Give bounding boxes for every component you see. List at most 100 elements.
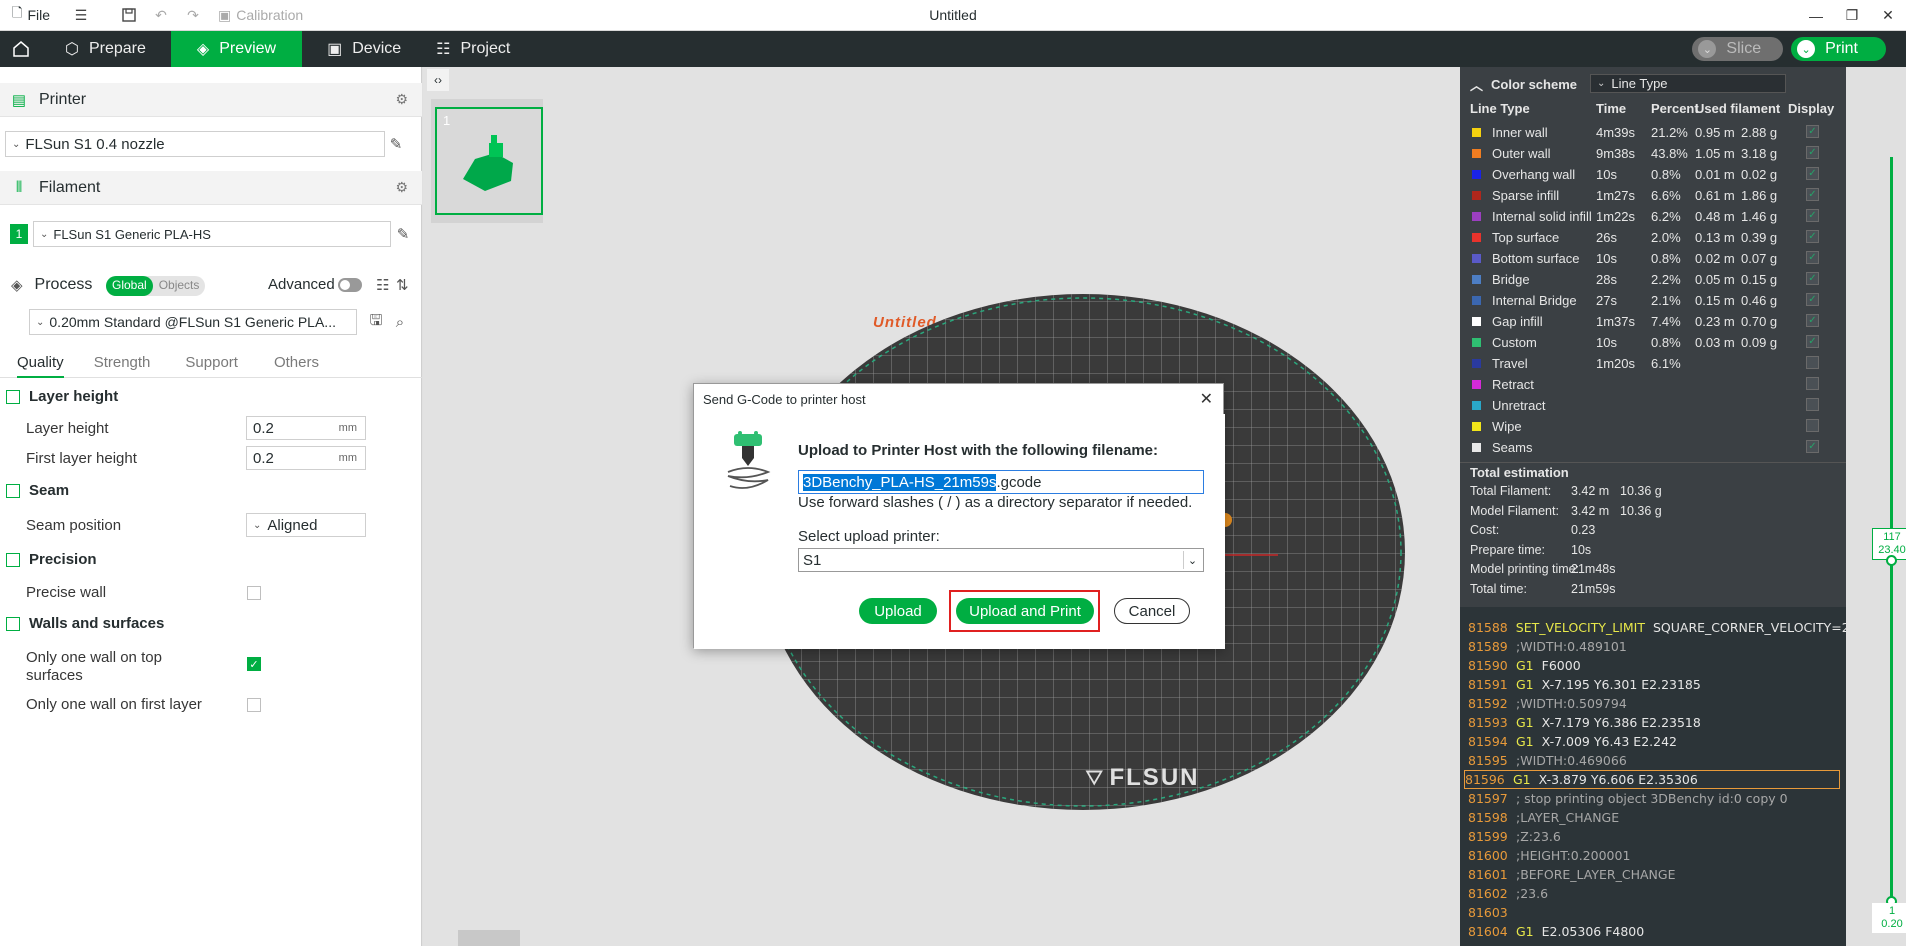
- one-wall-top-checkbox[interactable]: ✓: [247, 657, 261, 671]
- legend-weight: 0.15 g: [1741, 272, 1778, 287]
- tab-support[interactable]: Support: [185, 350, 238, 378]
- gcode-line[interactable]: 81600 ;HEIGHT:0.200001: [1468, 846, 1838, 865]
- global-option[interactable]: Global: [106, 276, 153, 296]
- gcode-line[interactable]: 81588 SET_VELOCITY_LIMIT SQUARE_CORNER_VEL…: [1468, 618, 1846, 637]
- legend-display-checkbox[interactable]: ✓: [1806, 209, 1819, 222]
- home-tab[interactable]: [0, 31, 40, 67]
- one-wall-first-checkbox[interactable]: [247, 698, 261, 712]
- legend-display-checkbox[interactable]: ✓: [1806, 167, 1819, 180]
- upload-and-print-button[interactable]: Upload and Print: [956, 598, 1094, 624]
- process-preset-select[interactable]: ⌄ 0.20mm Standard @FLSun S1 Generic PLA.…: [29, 309, 357, 335]
- cancel-button[interactable]: Cancel: [1114, 598, 1190, 624]
- edit-filament-icon[interactable]: ✎: [394, 225, 412, 243]
- maximize-icon[interactable]: ❐: [1834, 0, 1870, 31]
- gcode-line[interactable]: 81594 G1 X-7.009 Y6.43 E2.242: [1468, 732, 1838, 751]
- print-button[interactable]: ⌄ Print: [1791, 37, 1886, 61]
- legend-display-checkbox[interactable]: ✓: [1806, 251, 1819, 264]
- layer-slider[interactable]: 117 23.40 1 0.20: [1846, 67, 1906, 946]
- tab-prepare[interactable]: ⬡ Prepare: [40, 31, 171, 67]
- gcode-line[interactable]: 81591 G1 X-7.195 Y6.301 E2.23185: [1468, 675, 1838, 694]
- upload-button[interactable]: Upload: [859, 598, 937, 624]
- print-dropdown-icon[interactable]: ⌄: [1797, 40, 1816, 58]
- edit-printer-icon[interactable]: ✎: [387, 135, 405, 153]
- gcode-line[interactable]: 81592 ;WIDTH:0.509794: [1468, 694, 1838, 713]
- legend-color-swatch: [1472, 233, 1481, 242]
- layer-height-input[interactable]: 0.2 mm: [246, 416, 366, 440]
- gcode-line[interactable]: 81604 G1 E2.05306 F4800: [1468, 922, 1838, 941]
- undo-icon[interactable]: ↶: [152, 6, 170, 24]
- legend-weight: 0.46 g: [1741, 293, 1778, 308]
- gcode-line[interactable]: 81602 ;23.6: [1468, 884, 1838, 903]
- file-menu[interactable]: 🗋 File: [12, 4, 50, 26]
- horizontal-scroll-handle[interactable]: [458, 930, 520, 946]
- printer-select[interactable]: ⌄ FLSun S1 0.4 nozzle: [5, 131, 385, 157]
- hamburger-menu-icon[interactable]: ☰: [72, 6, 90, 24]
- gcode-line[interactable]: 81595 ;WIDTH:0.469066: [1468, 751, 1838, 770]
- precise-wall-checkbox[interactable]: [247, 586, 261, 600]
- legend-row: Gap infill 1m37s 7.4% 0.23 m 0.70 g ✓: [1460, 311, 1846, 332]
- gcode-line[interactable]: 81596 G1 X-3.879 Y6.606 E2.35306: [1464, 770, 1840, 789]
- tab-quality[interactable]: Quality: [17, 350, 64, 378]
- gcode-line[interactable]: 81601 ;BEFORE_LAYER_CHANGE: [1468, 865, 1838, 884]
- objects-option[interactable]: Objects: [153, 276, 206, 296]
- legend-display-checkbox[interactable]: ✓: [1806, 293, 1819, 306]
- legend-display-checkbox[interactable]: ✓: [1806, 230, 1819, 243]
- slice-button[interactable]: ⌄ Slice: [1692, 37, 1784, 61]
- filament-icon: ⦀: [15, 179, 23, 196]
- search-presets-icon[interactable]: ⇅: [396, 276, 409, 294]
- gcode-line[interactable]: 81590 G1 F6000: [1468, 656, 1838, 675]
- gcode-line[interactable]: 81603: [1468, 903, 1838, 922]
- color-scheme-select[interactable]: ⌄ Line Type: [1590, 74, 1786, 93]
- legend-display-checkbox[interactable]: ✓: [1806, 125, 1819, 138]
- tab-others[interactable]: Others: [274, 350, 319, 378]
- legend-display-checkbox[interactable]: ✓: [1806, 440, 1819, 453]
- legend-display-checkbox[interactable]: ✓: [1806, 188, 1819, 201]
- legend-display-checkbox[interactable]: [1806, 377, 1819, 390]
- gcode-line[interactable]: 81598 ;LAYER_CHANGE: [1468, 808, 1838, 827]
- tab-preview[interactable]: ◈ Preview: [170, 31, 303, 67]
- gcode-line[interactable]: 81593 G1 X-7.179 Y6.386 E2.23518: [1468, 713, 1838, 732]
- calibration-menu[interactable]: ▣ Calibration: [218, 7, 303, 24]
- legend-display-checkbox[interactable]: [1806, 398, 1819, 411]
- legend-display-checkbox[interactable]: ✓: [1806, 314, 1819, 327]
- close-window-icon[interactable]: ✕: [1870, 0, 1906, 31]
- legend-weight: 0.07 g: [1741, 251, 1778, 266]
- legend-display-checkbox[interactable]: ✓: [1806, 146, 1819, 159]
- seam-position-select[interactable]: ⌄ Aligned: [246, 513, 366, 537]
- filament-settings-icon[interactable]: ⚙: [395, 179, 408, 196]
- layer-slider-top-handle[interactable]: [1886, 555, 1897, 566]
- legend-display-checkbox[interactable]: [1806, 419, 1819, 432]
- bottom-layer-number: 1: [1888, 905, 1896, 917]
- precision-group: Precision: [6, 551, 97, 568]
- upload-printer-select[interactable]: S1 ⌄: [798, 548, 1204, 572]
- save-icon[interactable]: [120, 6, 138, 24]
- compare-icon[interactable]: ☷: [376, 276, 389, 294]
- gcode-line[interactable]: 81597 ; stop printing object 3DBenchy id:…: [1468, 789, 1838, 808]
- redo-icon[interactable]: ↷: [184, 6, 202, 24]
- tab-device[interactable]: ▣ Device: [302, 31, 426, 67]
- gcode-line[interactable]: 81589 ;WIDTH:0.489101: [1468, 637, 1838, 656]
- gcode-viewer[interactable]: 81588 SET_VELOCITY_LIMIT SQUARE_CORNER_VEL…: [1460, 610, 1846, 946]
- first-layer-height-input[interactable]: 0.2 mm: [246, 446, 366, 470]
- dialog-close-icon[interactable]: ✕: [1200, 389, 1213, 409]
- slice-dropdown-icon[interactable]: ⌄: [1698, 40, 1717, 58]
- minimize-icon[interactable]: —: [1798, 0, 1834, 31]
- chevron-down-icon: ⌄: [40, 228, 49, 240]
- precision-group-title: Precision: [29, 551, 97, 568]
- filename-input[interactable]: 3DBenchy_PLA-HS_21m59s .gcode: [798, 470, 1204, 494]
- extruder-badge: 1: [10, 224, 28, 244]
- search-icon[interactable]: ⌕: [391, 313, 409, 331]
- tab-project[interactable]: ☷ Project: [426, 31, 535, 67]
- save-preset-icon[interactable]: 🖫: [367, 312, 385, 331]
- tab-strength[interactable]: Strength: [94, 350, 151, 378]
- gcode-line[interactable]: 81599 ;Z:23.6: [1468, 827, 1838, 846]
- legend-percent: 0.8%: [1651, 335, 1681, 350]
- printer-settings-icon[interactable]: ⚙: [395, 91, 408, 108]
- collapse-up-icon[interactable]: ︿: [1470, 75, 1483, 94]
- legend-display-checkbox[interactable]: ✓: [1806, 272, 1819, 285]
- advanced-toggle[interactable]: [338, 278, 362, 292]
- legend-display-checkbox[interactable]: [1806, 356, 1819, 369]
- legend-display-checkbox[interactable]: ✓: [1806, 335, 1819, 348]
- filament-select[interactable]: ⌄ FLSun S1 Generic PLA-HS: [33, 221, 391, 247]
- global-objects-toggle[interactable]: Global Objects: [106, 276, 206, 296]
